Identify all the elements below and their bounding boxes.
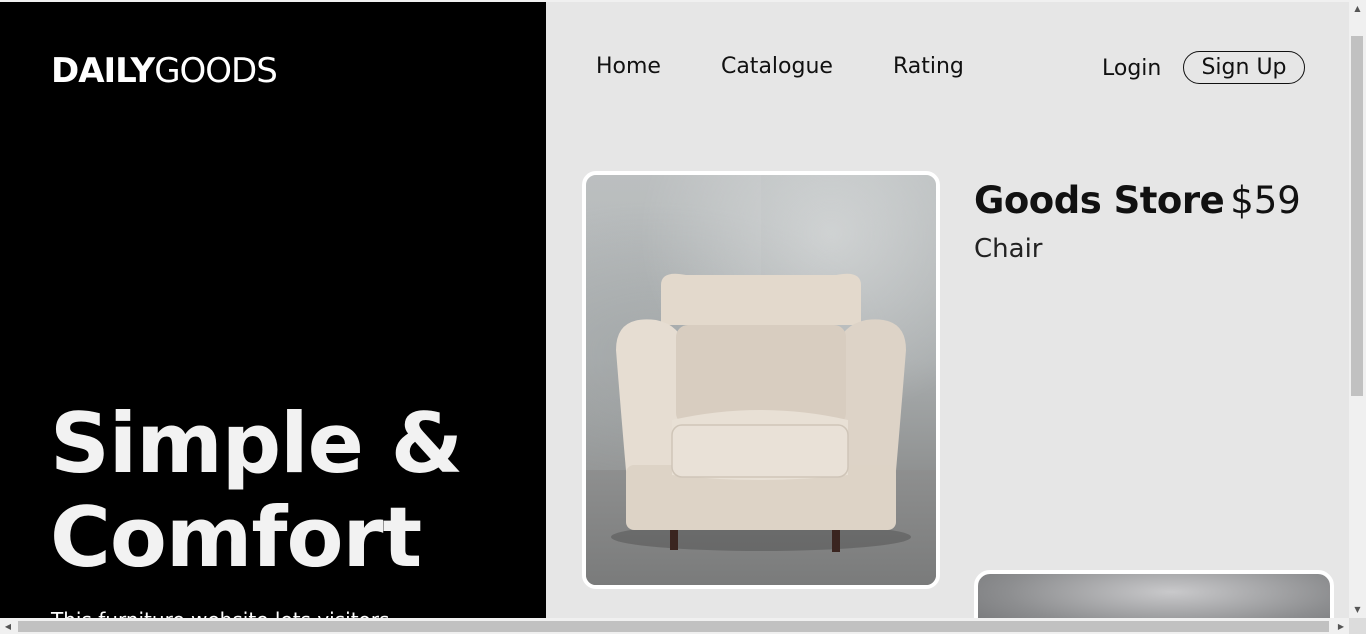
horizontal-scrollbar[interactable]: ◀ ▶ — [0, 618, 1349, 634]
brand-logo[interactable]: DAILYGOODS — [51, 51, 278, 91]
hero-panel: DAILYGOODS Simple & Comfort This furnitu… — [0, 2, 546, 618]
scroll-up-arrow-icon[interactable]: ▲ — [1349, 0, 1366, 17]
product-image-card[interactable] — [582, 171, 940, 589]
scroll-left-arrow-icon[interactable]: ◀ — [0, 618, 16, 634]
product-price: $59 — [1230, 179, 1301, 222]
login-link[interactable]: Login — [1102, 56, 1161, 81]
nav-rating-link[interactable]: Rating — [893, 54, 964, 80]
hero-title-line1: Simple & — [50, 395, 463, 492]
scroll-down-arrow-icon[interactable]: ▼ — [1349, 601, 1366, 618]
scrollbar-corner — [1349, 618, 1366, 634]
nav-home-link[interactable]: Home — [596, 54, 661, 80]
hero-description: This furniture website lets visitors — [51, 608, 389, 618]
nav-catalogue-link[interactable]: Catalogue — [721, 54, 833, 80]
product-title: Goods Store $59 — [974, 178, 1301, 224]
horizontal-scroll-thumb[interactable] — [18, 621, 1329, 632]
brand-logo-light: GOODS — [154, 51, 278, 91]
product-name: Chair — [974, 234, 1043, 264]
main-panel: Home Catalogue Rating Login Sign Up Good… — [546, 2, 1350, 618]
armchair-image — [611, 273, 911, 552]
vertical-scrollbar[interactable]: ▲ ▼ — [1349, 0, 1366, 618]
scroll-right-arrow-icon[interactable]: ▶ — [1333, 618, 1349, 634]
product-store-name: Goods Store — [974, 179, 1225, 222]
brand-logo-bold: DAILY — [51, 51, 155, 91]
hero-title: Simple & Comfort — [50, 395, 463, 586]
secondary-product-card[interactable] — [974, 570, 1334, 618]
vertical-scroll-thumb[interactable] — [1351, 36, 1363, 396]
main-nav: Home Catalogue Rating — [596, 54, 1024, 80]
hero-title-line2: Comfort — [50, 489, 422, 586]
sign-up-button[interactable]: Sign Up — [1183, 51, 1305, 84]
